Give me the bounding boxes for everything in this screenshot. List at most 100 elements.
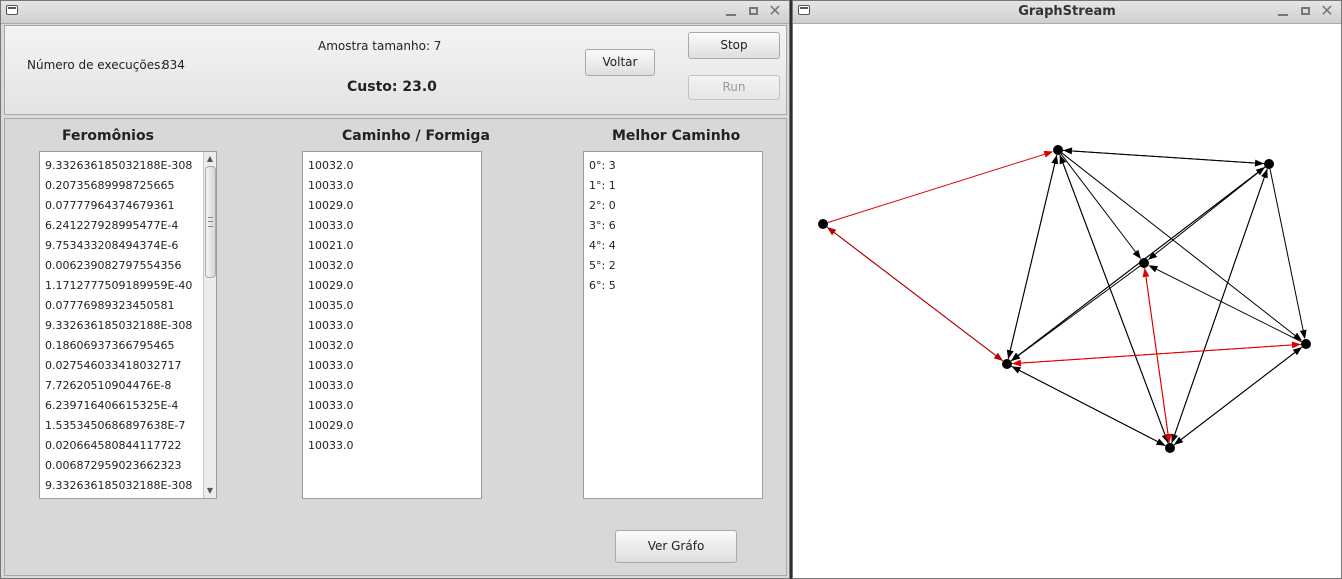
maximize-icon[interactable] — [745, 3, 761, 19]
pheromone-item[interactable]: 0.18606937366795465 — [40, 336, 216, 356]
path-ant-item[interactable]: 10032.0 — [303, 336, 481, 356]
edge-arrowhead — [1299, 329, 1307, 340]
edge-arrowhead — [1148, 265, 1159, 273]
path-ant-item[interactable]: 10029.0 — [303, 276, 481, 296]
window-title: GraphStream — [1018, 4, 1116, 19]
edge-arrowhead — [1043, 150, 1054, 158]
summary-panel: Amostra tamanho: 7 Número de execuções: … — [4, 25, 787, 115]
pheromone-item[interactable]: 0.20735689998725665 — [40, 176, 216, 196]
pheromone-item[interactable]: 0.07777964374679361 — [40, 196, 216, 216]
graph-edge — [1016, 368, 1166, 447]
pheromone-item[interactable]: 6.239716406615325E-4 — [40, 396, 216, 416]
graph-node[interactable] — [1301, 339, 1311, 349]
pheromone-item[interactable]: 1.5353450686897638E-7 — [40, 416, 216, 436]
best-path-item[interactable]: 0°: 3 — [584, 156, 762, 176]
pheromone-item[interactable]: 7.72620510904476E-8 — [40, 376, 216, 396]
best-path-item[interactable]: 2°: 0 — [584, 196, 762, 216]
cost-label: Custo: 23.0 — [347, 79, 437, 95]
graph-edge — [1007, 160, 1056, 360]
path-ant-item[interactable]: 10033.0 — [303, 436, 481, 456]
back-button[interactable]: Voltar — [585, 49, 655, 76]
pheromone-item[interactable]: 9.753433208494374E-6 — [40, 236, 216, 256]
path-ant-item[interactable]: 10029.0 — [303, 416, 481, 436]
pheromone-item[interactable]: 0.027546033418032717 — [40, 356, 216, 376]
stop-button[interactable]: Stop — [688, 32, 780, 59]
pheromone-item[interactable]: 9.332636185032188E-308 — [40, 316, 216, 336]
graph-edge — [1068, 150, 1265, 165]
path-ant-item[interactable]: 10033.0 — [303, 316, 481, 336]
path-ant-header: Caminho / Formiga — [342, 128, 490, 144]
results-panel: Feromônios Caminho / Formiga Melhor Cami… — [4, 118, 787, 576]
close-icon[interactable]: ✕ — [767, 3, 783, 19]
maximize-icon[interactable] — [1297, 3, 1313, 19]
view-graph-button[interactable]: Ver Gráfo — [615, 530, 737, 563]
edge-arrowhead — [1062, 147, 1073, 155]
scroll-up-icon[interactable]: ▲ — [204, 153, 216, 165]
best-path-list[interactable]: 0°: 3 1°: 1 2°: 0 3°: 6 4°: 4 5°: 2 6°: 5 — [583, 151, 763, 499]
path-ant-item[interactable]: 10035.0 — [303, 296, 481, 316]
path-ant-item[interactable]: 10033.0 — [303, 356, 481, 376]
graph-canvas[interactable] — [793, 23, 1341, 578]
graph-edge — [1017, 343, 1302, 364]
edge-arrowhead — [1132, 249, 1141, 260]
minimize-icon[interactable] — [723, 3, 739, 19]
scroll-thumb[interactable] — [205, 166, 216, 278]
pheromone-item[interactable]: 0.07776989323450581 — [40, 296, 216, 316]
graph-edge — [1171, 174, 1266, 444]
path-ant-item[interactable]: 10032.0 — [303, 156, 481, 176]
executions-label: Número de execuções: — [27, 58, 165, 72]
best-path-item[interactable]: 6°: 5 — [584, 276, 762, 296]
close-icon[interactable]: ✕ — [1319, 3, 1335, 19]
pheromone-item[interactable]: 0.006872959023662323 — [40, 456, 216, 476]
path-ant-item[interactable]: 10033.0 — [303, 376, 481, 396]
path-ant-item[interactable]: 10033.0 — [303, 176, 481, 196]
best-path-item[interactable]: 1°: 1 — [584, 176, 762, 196]
graph-node[interactable] — [1139, 258, 1149, 268]
graph-node[interactable] — [1264, 159, 1274, 169]
run-button[interactable]: Run — [688, 75, 780, 100]
sample-size-label: Amostra tamanho: 7 — [318, 39, 442, 53]
pheromone-item[interactable]: 0.006239082797554356 — [40, 256, 216, 276]
graph-node[interactable] — [818, 219, 828, 229]
graph-edge — [1153, 267, 1302, 343]
pheromone-item[interactable]: 9.332636185032188E-308 — [40, 476, 216, 496]
minimize-icon[interactable] — [1275, 3, 1291, 19]
pheromone-item[interactable]: 0.020664580844117722 — [40, 436, 216, 456]
edge-arrowhead — [1292, 347, 1303, 356]
edge-arrowhead — [1011, 366, 1022, 374]
grip-icon — [208, 217, 213, 227]
pheromones-list[interactable]: 9.332636185032188E-308 0.2073568999872566… — [39, 151, 217, 499]
graph-edge — [831, 230, 1004, 362]
path-ant-item[interactable]: 10033.0 — [303, 216, 481, 236]
path-ant-item[interactable]: 10033.0 — [303, 396, 481, 416]
executions-value: 834 — [162, 58, 185, 72]
graph-node[interactable] — [1002, 359, 1012, 369]
graph-edge — [1010, 170, 1261, 362]
graph-edge — [1269, 168, 1305, 334]
graph-node[interactable] — [1165, 443, 1175, 453]
pheromones-scrollbar[interactable]: ▲ ▼ — [203, 152, 216, 498]
graph-edge — [1015, 265, 1141, 358]
pheromone-item[interactable]: 1.1712777509189959E-40 — [40, 276, 216, 296]
window-menu-icon[interactable] — [6, 5, 18, 15]
graph-node[interactable] — [1053, 145, 1063, 155]
edge-arrowhead — [1051, 154, 1059, 165]
path-ant-list[interactable]: 10032.0 10033.0 10029.0 10033.0 10021.0 10032… — [302, 151, 482, 499]
left-window-titlebar[interactable]: ✕ — [1, 1, 789, 24]
scroll-down-icon[interactable]: ▼ — [204, 485, 216, 497]
graph-edges — [826, 147, 1307, 447]
best-path-item[interactable]: 3°: 6 — [584, 216, 762, 236]
path-ant-item[interactable]: 10032.0 — [303, 256, 481, 276]
edge-arrowhead — [1142, 267, 1150, 278]
pheromone-item[interactable]: 9.332636185032188E-308 — [40, 156, 216, 176]
graph-edge — [1061, 152, 1298, 338]
path-ant-item[interactable]: 10029.0 — [303, 196, 481, 216]
best-path-item[interactable]: 5°: 2 — [584, 256, 762, 276]
path-ant-item[interactable]: 10021.0 — [303, 236, 481, 256]
pheromone-item[interactable]: 6.241227928995477E-4 — [40, 216, 216, 236]
right-window-titlebar[interactable]: GraphStream ✕ — [793, 1, 1341, 24]
graph-edge — [1152, 166, 1266, 257]
best-path-header: Melhor Caminho — [612, 128, 741, 144]
graph-edge — [1145, 273, 1170, 444]
best-path-item[interactable]: 4°: 4 — [584, 236, 762, 256]
